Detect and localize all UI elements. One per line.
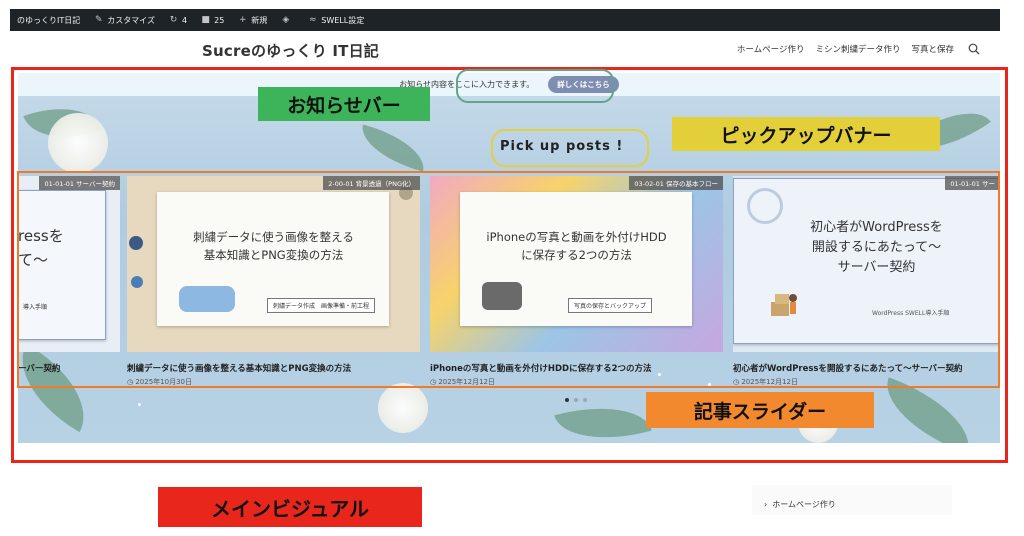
admin-bar-comments[interactable]: ■ 25 [194,14,231,25]
site-header: Sucreのゆっくり IT日記 ホームページ作り ミシン刺繍データ作り 写真と保… [10,31,1000,68]
pickup-annotation-label: ピックアップバナー [672,117,940,151]
slider-annotation-label: 記事スライダー [646,392,874,428]
admin-bar-site-link[interactable]: のゆっくりIT日記 [10,15,87,26]
admin-bar-swell-label: SWELL設定 [321,15,365,25]
pickup-annotation-frame [491,129,649,167]
nav-item-homepage[interactable]: ホームページ作り [737,43,805,55]
sidebar-link-label: ホームページ作り [772,500,836,509]
admin-bar-new-label: 新規 [251,15,268,25]
admin-bar-customize-label: カスタマイズ [107,15,156,25]
admin-bar-customize[interactable]: ✎ カスタマイズ [87,15,162,26]
notice-annotation-label: お知らせバー [258,87,430,121]
admin-bar-updates[interactable]: ↻ 4 [162,14,194,25]
main-visual-annotation-label: メインビジュアル [158,487,422,527]
nav-item-photo[interactable]: 写真と保存 [911,43,954,55]
slider-annotation-frame [17,171,1000,388]
swell-icon: ≈ [309,14,317,25]
comment-icon: ■ [201,14,210,25]
brush-icon: ✎ [94,14,103,25]
diamond-icon: ◈ [282,14,290,25]
search-icon[interactable] [968,43,980,55]
plus-icon: + [239,14,247,25]
admin-bar-diamond[interactable]: ◈ [274,14,301,25]
nav-item-embroidery[interactable]: ミシン刺繍データ作り [815,43,900,55]
admin-bar-site-label: のゆっくりIT日記 [17,15,81,25]
admin-bar-updates-count: 4 [182,15,188,25]
refresh-icon: ↻ [169,14,178,25]
site-title[interactable]: Sucreのゆっくり IT日記 [202,40,379,61]
notice-annotation-frame [456,69,614,103]
admin-bar-new[interactable]: + 新規 [231,15,274,26]
sidebar-link-homepage[interactable]: › ホームページ作り [764,499,836,510]
global-nav: ホームページ作り ミシン刺繍データ作り 写真と保存 [726,43,980,55]
admin-bar-comments-count: 25 [214,15,225,25]
wp-admin-bar: のゆっくりIT日記 ✎ カスタマイズ ↻ 4 ■ 25 + 新規 ◈ ≈ SWE… [10,9,1000,31]
admin-bar-swell[interactable]: ≈ SWELL設定 [301,15,371,26]
